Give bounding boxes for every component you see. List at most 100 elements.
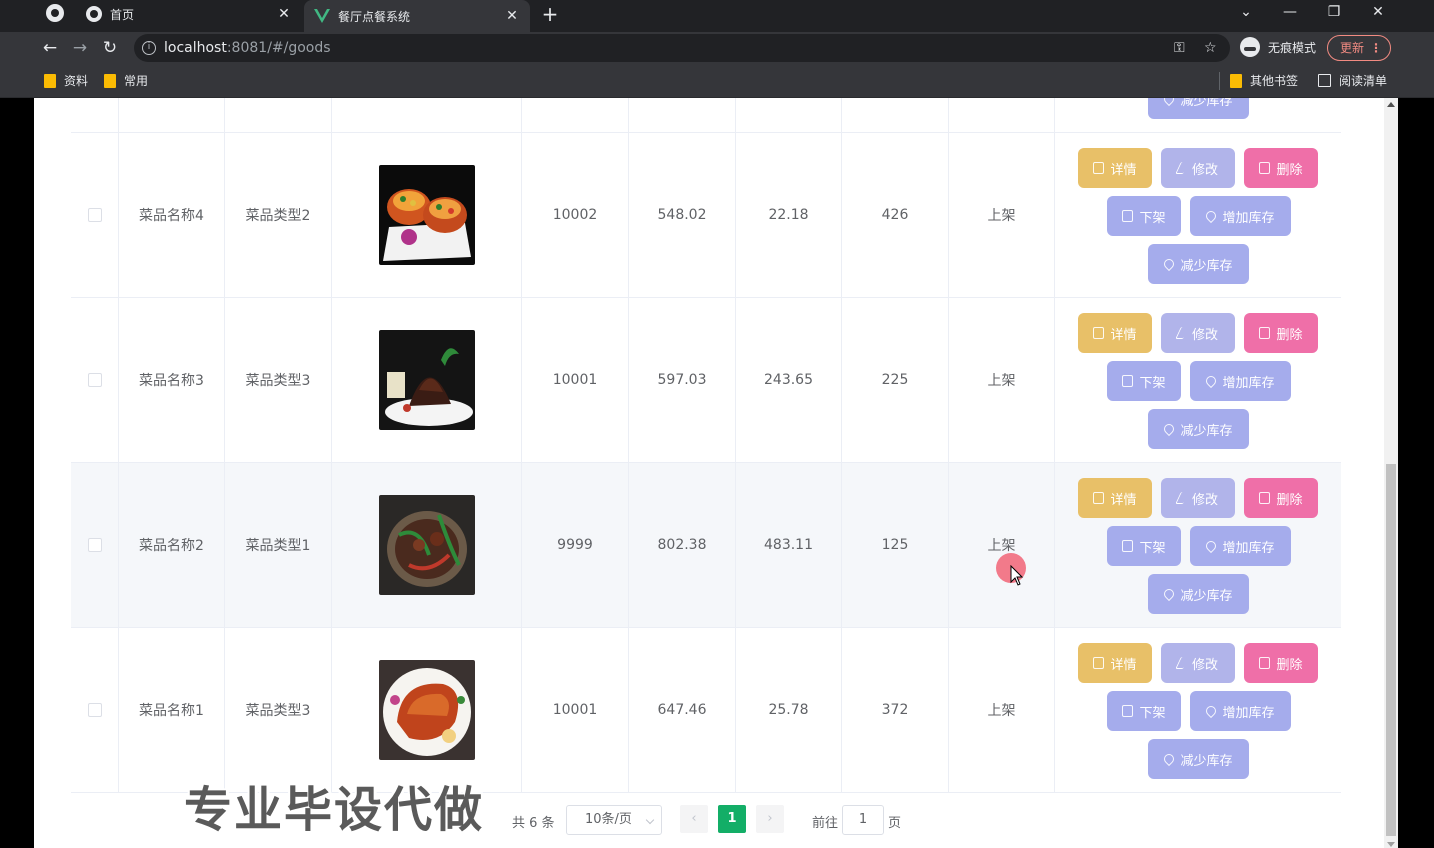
scrollbar-thumb[interactable] [1386,464,1396,836]
close-window-icon[interactable]: ✕ [1356,0,1400,28]
prev-page-button[interactable]: ‹ [680,805,708,833]
star-icon[interactable]: ☆ [1204,40,1217,56]
cell-value: 9999 [522,463,629,627]
vue-logo-icon [314,8,330,24]
off-shelf-button[interactable]: 下架 [1107,526,1181,566]
row-checkbox[interactable] [87,208,102,222]
off-shelf-button[interactable]: 下架 [1107,691,1181,731]
mouse-pointer-icon [1010,565,1024,586]
row-checkbox[interactable] [87,373,102,387]
cell-value: 125 [842,463,949,627]
browser-logo-icon[interactable] [46,4,64,22]
next-page-button[interactable]: › [756,805,784,833]
row-actions: 详情 修改 删除 下架 增加库存 减少库存 [1075,628,1325,793]
dish-image [378,165,475,265]
table-row: 菜品名称3 菜品类型3 10001 597.03 243.65 225 上架 详… [71,298,1341,463]
detail-button[interactable]: 详情 [1078,643,1152,683]
cell-value: 10002 [522,133,629,297]
key-icon[interactable]: ⚿ [1174,40,1185,56]
document-icon [1122,705,1134,717]
detail-button[interactable]: 详情 [1078,313,1152,353]
delete-button[interactable]: 删除 [1244,478,1318,518]
page-unit-label: 页 [888,816,902,831]
scroll-down-icon[interactable] [1387,842,1395,847]
edit-button[interactable]: 修改 [1161,148,1235,188]
forward-icon[interactable]: → [68,36,92,60]
reduce-stock-button[interactable]: 减少库存 [1148,98,1249,119]
document-icon [1122,540,1134,552]
row-actions: 详情 修改 删除 下架 增加库存 减少库存 [1075,298,1325,463]
cell-value: 10001 [522,628,629,792]
other-bookmarks[interactable]: 其他书签 [1230,72,1298,89]
detail-button[interactable]: 详情 [1078,478,1152,518]
cell-value: 22.18 [736,133,842,297]
row-checkbox[interactable] [87,703,102,717]
screen-border-left [0,98,34,848]
table-row: 菜品名称4 菜品类型2 10002 548.02 22.18 426 上架 详情… [71,133,1341,298]
location-icon [1162,98,1177,107]
address-bar[interactable]: i localhost:8081/#/goods ⚿ ☆ [134,34,1230,62]
cell-value: 483.11 [736,463,842,627]
delete-button[interactable]: 删除 [1244,313,1318,353]
bookmark-folder-materials[interactable]: 资料 [44,72,88,89]
add-stock-button[interactable]: 增加库存 [1190,196,1291,236]
cell-value: 225 [842,298,949,462]
restore-icon[interactable]: ❐ [1312,0,1356,28]
incognito-indicator[interactable]: 无痕模式 [1240,37,1316,57]
reduce-stock-button[interactable]: 减少库存 [1148,244,1249,284]
off-shelf-button[interactable]: 下架 [1107,361,1181,401]
off-shelf-button[interactable]: 下架 [1107,196,1181,236]
new-tab-button[interactable]: + [538,2,562,26]
cell-value: 25.78 [736,628,842,792]
info-icon[interactable]: i [142,41,156,55]
status-text: 上架 [949,133,1055,297]
reduce-stock-button[interactable]: 减少库存 [1148,409,1249,449]
document-icon [1093,492,1105,504]
edit-button[interactable]: 修改 [1161,643,1235,683]
page-size-select[interactable]: 10条/页 [566,805,662,835]
edit-icon [1175,162,1189,174]
url-text[interactable]: localhost:8081/#/goods [164,40,331,56]
minimize-icon[interactable]: — [1268,0,1312,28]
back-icon[interactable]: ← [38,36,62,60]
reduce-stock-button[interactable]: 减少库存 [1148,574,1249,614]
dish-name: 菜品名称2 [119,463,225,627]
scroll-up-icon[interactable] [1387,102,1395,107]
add-stock-button[interactable]: 增加库存 [1190,691,1291,731]
row-checkbox[interactable] [87,538,102,552]
add-stock-button[interactable]: 增加库存 [1190,361,1291,401]
dish-name: 菜品名称1 [119,628,225,792]
reduce-stock-button[interactable]: 减少库存 [1148,739,1249,779]
page-number-button[interactable]: 1 [718,805,746,833]
bookmark-folder-common[interactable]: 常用 [104,72,148,89]
add-stock-button[interactable]: 增加库存 [1190,526,1291,566]
close-icon[interactable]: ✕ [274,6,294,22]
table-row: 菜品名称2 菜品类型1 9999 802.38 483.11 125 上架 详情… [71,463,1341,628]
update-label: 更新 [1340,41,1365,55]
delete-button[interactable]: 删除 [1244,148,1318,188]
edit-button[interactable]: 修改 [1161,313,1235,353]
tab-search-icon[interactable]: ⌄ [1224,0,1268,28]
cell-value: 10001 [522,298,629,462]
status-text: 上架 [949,463,1055,627]
delete-button[interactable]: 删除 [1244,643,1318,683]
update-button[interactable]: 更新 ⋮ [1327,35,1391,61]
document-icon [1122,210,1134,222]
detail-button[interactable]: 详情 [1078,148,1152,188]
document-icon [1093,327,1105,339]
folder-icon [104,73,116,88]
cell-value: 548.02 [629,133,736,297]
reading-list-icon [1318,74,1331,87]
dish-image [378,495,475,595]
reload-icon[interactable]: ↻ [98,36,122,60]
reading-list[interactable]: 阅读清单 [1318,72,1387,89]
trash-icon [1259,327,1271,339]
incognito-label: 无痕模式 [1268,40,1317,55]
tab-home[interactable]: 首页 ✕ [78,0,302,28]
bookmarks-bar: 资料 常用 其他书签 阅读清单 [0,64,1434,98]
close-icon[interactable]: ✕ [502,8,522,24]
edit-button[interactable]: 修改 [1161,478,1235,518]
tab-restaurant[interactable]: 餐厅点餐系统 ✕ [304,0,530,32]
goto-page-input[interactable]: 1 [842,805,884,835]
page-scrollbar[interactable] [1384,98,1398,848]
